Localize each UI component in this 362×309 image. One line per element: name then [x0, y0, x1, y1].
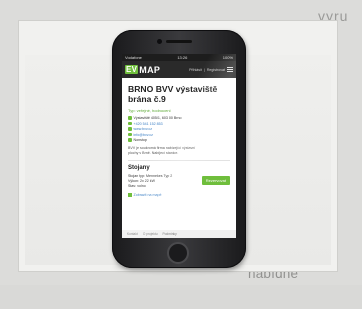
- app-header: EV MAP Přihlásit | Registrovat: [122, 61, 236, 78]
- footer-terms-link[interactable]: Podmínky: [163, 232, 177, 236]
- evmap-logo[interactable]: EV MAP: [125, 65, 160, 75]
- charger-entry: Stojan typ: Mennekes Typ 2 Výkon: 2x 22 …: [128, 174, 230, 189]
- app-footer: Kontakt O projektu Podmínky: [122, 230, 236, 238]
- divider: [128, 160, 230, 161]
- pin-icon: [128, 116, 132, 120]
- info-row-web[interactable]: www.bvv.cz: [128, 127, 230, 131]
- info-address: Výstaviště 405/1, 603 00 Brno: [133, 116, 182, 120]
- section-title: Stojany: [128, 165, 150, 171]
- info-hours: Nonstop: [133, 138, 147, 142]
- phone-screen: Vodafone 13:26 100% EV MAP Přihlásit | R…: [122, 54, 236, 238]
- place-detail: BRNO BVV výstaviště brána č.9 Typ: veřej…: [122, 78, 236, 202]
- mail-icon: [128, 132, 132, 137]
- charger-status: Stav: volno: [128, 184, 146, 188]
- smartphone: Vodafone 13:26 100% EV MAP Přihlásit | R…: [112, 30, 246, 268]
- place-description: BVV je soukromá firma nabízející výstavn…: [128, 146, 196, 155]
- footer-about-link[interactable]: O projektu: [143, 232, 158, 236]
- status-carrier: Vodafone: [125, 55, 142, 60]
- globe-icon: [128, 127, 132, 131]
- phone-icon: [128, 121, 132, 126]
- hamburger-menu-icon[interactable]: [227, 67, 233, 72]
- home-button[interactable]: [167, 242, 189, 264]
- info-row-email[interactable]: info@bvv.cz: [128, 133, 230, 137]
- charger-info: Stojan typ: Mennekes Typ 2 Výkon: 2x 22 …: [128, 174, 172, 189]
- map-icon: [128, 193, 132, 197]
- info-phone[interactable]: +420 541 152 853: [134, 122, 163, 126]
- clock-icon: [128, 138, 132, 142]
- speaker-grille: [166, 40, 192, 43]
- status-battery: 100%: [222, 55, 233, 60]
- footer-contact-link[interactable]: Kontakt: [127, 232, 138, 236]
- info-web[interactable]: www.bvv.cz: [134, 127, 153, 131]
- place-title: BRNO BVV výstaviště brána č.9: [128, 84, 218, 104]
- show-on-map-link[interactable]: Zobrazit na mapě: [128, 193, 230, 197]
- logo-mark: EV: [125, 65, 139, 74]
- info-row-hours: Nonstop: [128, 138, 230, 142]
- info-row-phone[interactable]: +420 541 152 853: [128, 122, 230, 126]
- status-bar: Vodafone 13:26 100%: [122, 54, 236, 61]
- info-row-address: Výstaviště 405/1, 603 00 Brno: [128, 116, 230, 120]
- header-links: Přihlásit | Registrovat: [189, 67, 233, 72]
- camera-icon: [157, 39, 162, 44]
- register-link[interactable]: Registrovat: [207, 68, 225, 72]
- info-email[interactable]: info@bvv.cz: [134, 133, 153, 137]
- reserve-button[interactable]: Rezervovat: [201, 176, 230, 185]
- logo-text: MAP: [139, 64, 161, 75]
- show-on-map-label[interactable]: Zobrazit na mapě: [134, 193, 162, 197]
- login-link[interactable]: Přihlásit: [189, 68, 202, 72]
- place-category: Typ: veřejné, hodnoceni: [128, 108, 171, 113]
- status-time: 13:26: [177, 55, 188, 60]
